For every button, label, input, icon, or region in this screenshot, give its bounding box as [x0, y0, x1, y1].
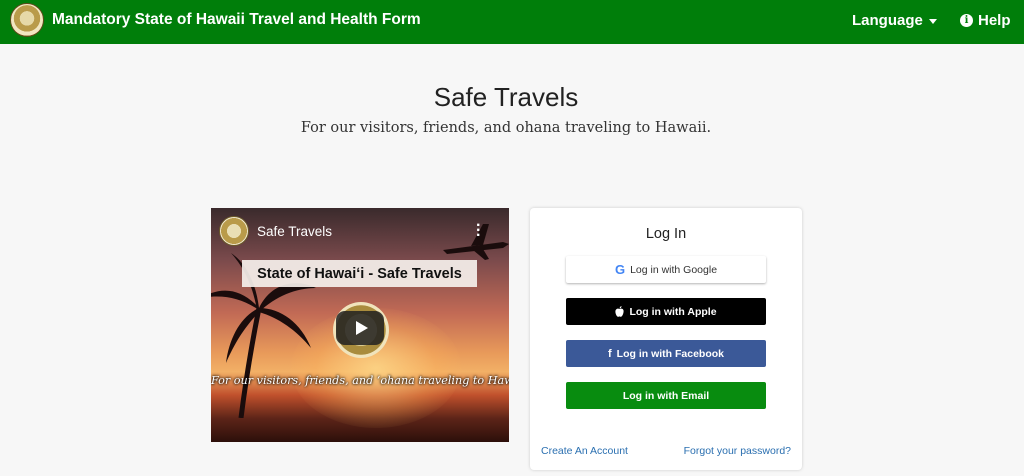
video-banner: State of Hawaiʻi - Safe Travels [242, 260, 477, 287]
create-account-link[interactable]: Create An Account [541, 445, 628, 457]
site-title[interactable]: Mandatory State of Hawaii Travel and Hea… [52, 11, 421, 29]
language-dropdown[interactable]: Language [852, 12, 937, 29]
facebook-login-button[interactable]: f Log in with Facebook [566, 340, 766, 367]
login-title: Log In [645, 226, 687, 242]
login-card: Log In G Log in with Google Log in with … [530, 208, 802, 470]
page-title: Safe Travels [433, 82, 579, 112]
page-subtitle: For our visitors, friends, and ohana tra… [300, 120, 712, 136]
email-login-label: Log in with Email [622, 389, 710, 402]
play-button[interactable] [336, 311, 384, 345]
email-login-button[interactable]: Log in with Email [566, 382, 766, 409]
top-navbar: Mandatory State of Hawaii Travel and Hea… [0, 0, 1024, 44]
hawaii-seal-icon[interactable] [10, 3, 44, 37]
apple-icon [615, 306, 625, 317]
facebook-login-label: Log in with Facebook [616, 347, 724, 360]
facebook-icon: f [607, 347, 612, 360]
google-icon: G [614, 262, 626, 277]
forgot-password-link[interactable]: Forgot your password? [684, 445, 791, 457]
play-icon [355, 321, 368, 335]
channel-logo-icon[interactable] [219, 216, 249, 246]
google-login-label: Log in with Google [630, 263, 718, 276]
video-player[interactable]: Safe Travels · · · State of Hawaiʻi - Safe… [211, 208, 509, 442]
help-label: Help [978, 12, 1011, 29]
help-link[interactable]: i Help [960, 12, 1011, 29]
info-icon: i [960, 14, 973, 27]
caret-down-icon [928, 18, 937, 24]
more-vert-icon[interactable]: · · · [476, 218, 481, 244]
apple-login-label: Log in with Apple [629, 305, 717, 318]
apple-login-button[interactable]: Log in with Apple [566, 298, 766, 325]
video-channel-name[interactable]: Safe Travels [257, 224, 332, 239]
language-label: Language [852, 12, 923, 29]
google-login-button[interactable]: G Log in with Google [566, 256, 766, 283]
video-caption: For our visitors, friends, and ʻohana tr… [211, 374, 509, 387]
